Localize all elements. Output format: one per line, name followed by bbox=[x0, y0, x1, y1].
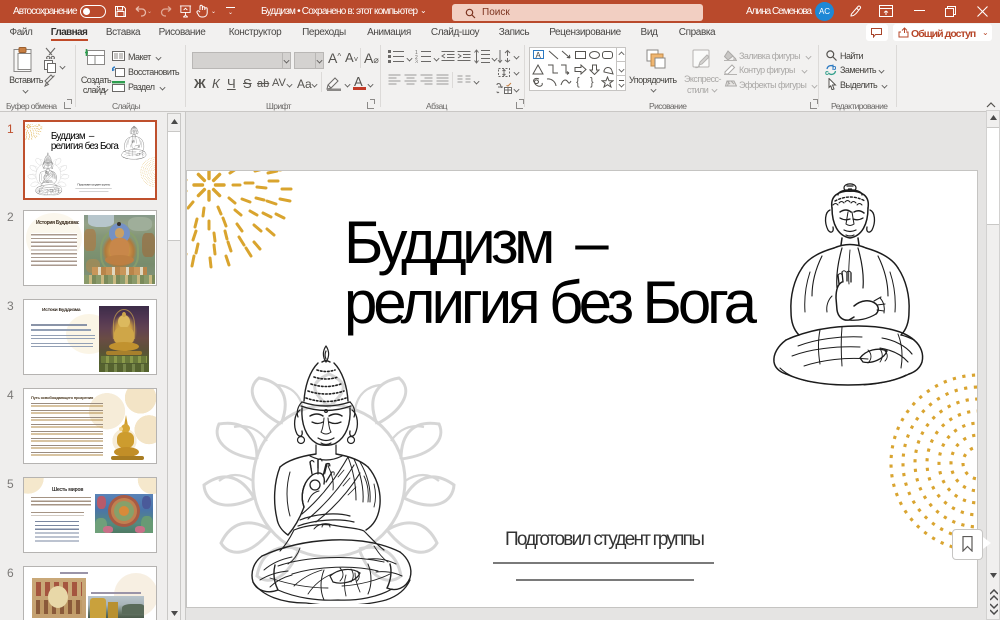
svg-text:3: 3 bbox=[415, 60, 418, 64]
svg-text:c: c bbox=[825, 70, 829, 76]
svg-text:b: b bbox=[832, 65, 836, 72]
